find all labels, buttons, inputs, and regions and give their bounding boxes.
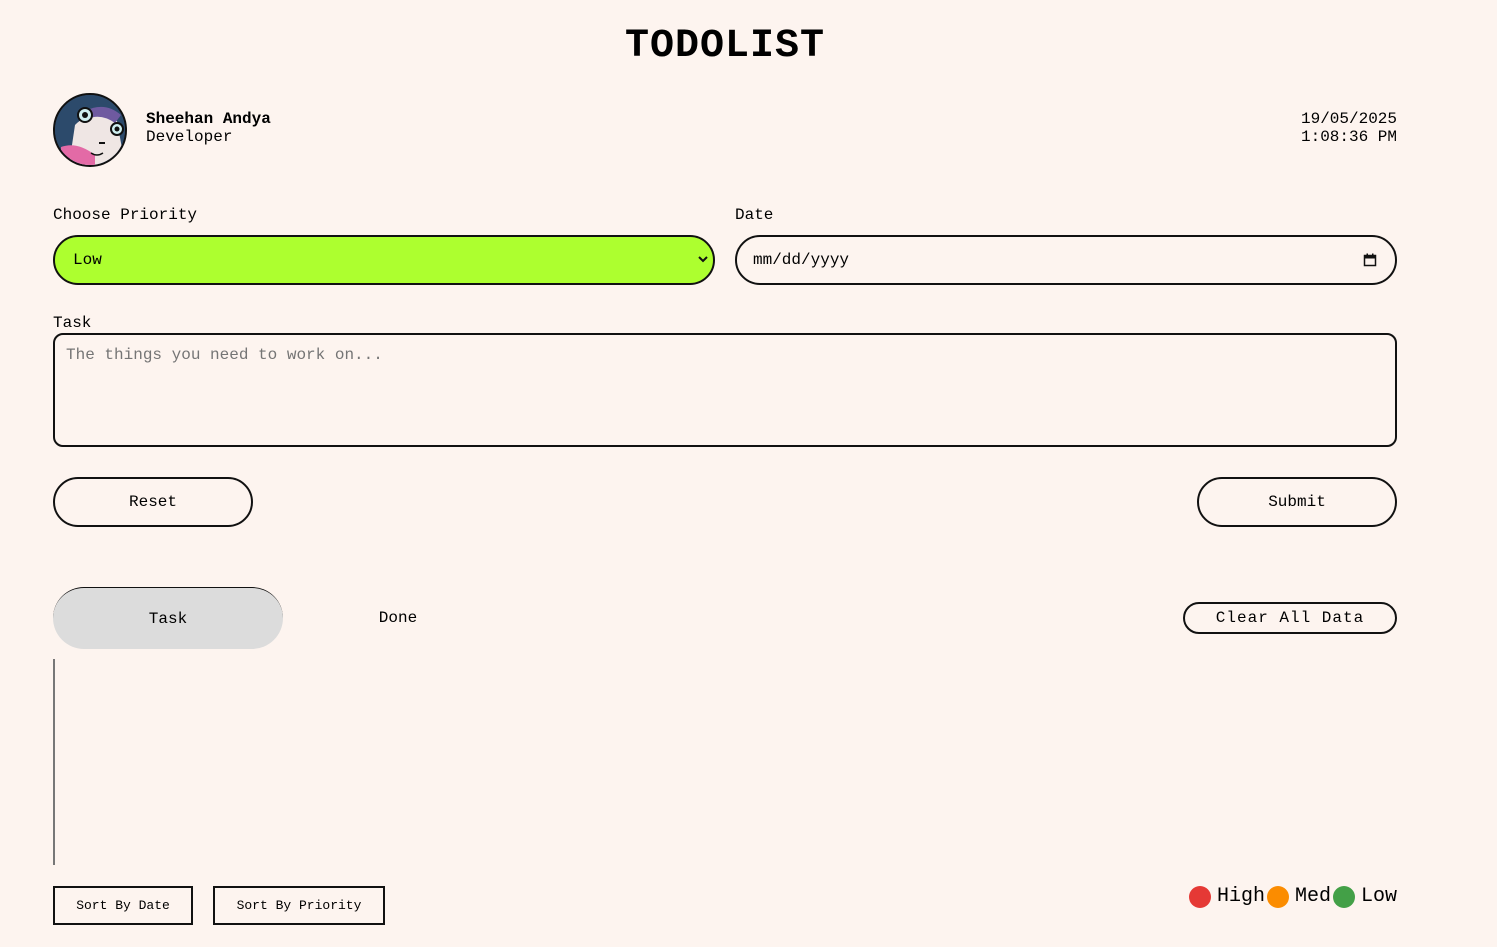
priority-legend: High Med Low (1187, 885, 1397, 908)
date-label: Date (735, 206, 774, 224)
submit-button[interactable]: Submit (1197, 477, 1397, 527)
current-time: 1:08:36 PM (1300, 128, 1397, 146)
priority-select-value: Low (73, 251, 102, 269)
task-textarea[interactable]: The things you need to work on... (53, 333, 1397, 447)
legend-item-low: Low (1331, 885, 1397, 908)
legend-item-high: High (1187, 885, 1265, 908)
current-date: 19/05/2025 (1300, 110, 1397, 128)
tab-task[interactable]: Task (53, 587, 283, 649)
red-circle-icon (1188, 885, 1211, 908)
sort-by-date-button[interactable]: Sort By Date (53, 886, 193, 925)
profile-name: Sheehan Andya (146, 110, 271, 128)
clear-all-button[interactable]: Clear All Data (1183, 602, 1397, 634)
reset-button[interactable]: Reset (53, 477, 253, 527)
calendar-icon[interactable] (1363, 253, 1377, 267)
task-label: Task (53, 314, 92, 332)
priority-label: Choose Priority (53, 206, 198, 224)
profile-role: Developer (146, 128, 233, 146)
avatar (53, 93, 127, 167)
legend-high-label: High (1216, 885, 1265, 908)
priority-select[interactable]: Low (53, 235, 715, 285)
legend-item-med: Med (1265, 885, 1331, 908)
green-circle-icon (1332, 885, 1355, 908)
task-list (53, 659, 1395, 865)
tab-done[interactable]: Done (283, 587, 513, 649)
date-input-placeholder: mm/dd/yyyy (753, 251, 850, 269)
legend-low-label: Low (1360, 885, 1397, 908)
legend-med-label: Med (1294, 885, 1331, 908)
avatar-image-icon (55, 95, 125, 165)
date-input[interactable]: mm/dd/yyyy (735, 235, 1397, 285)
task-textarea-placeholder: The things you need to work on... (66, 346, 383, 364)
sort-by-priority-button[interactable]: Sort By Priority (213, 886, 385, 925)
chevron-down-icon (698, 256, 708, 263)
page-title: TODOLIST (624, 24, 826, 69)
orange-circle-icon (1266, 885, 1289, 908)
